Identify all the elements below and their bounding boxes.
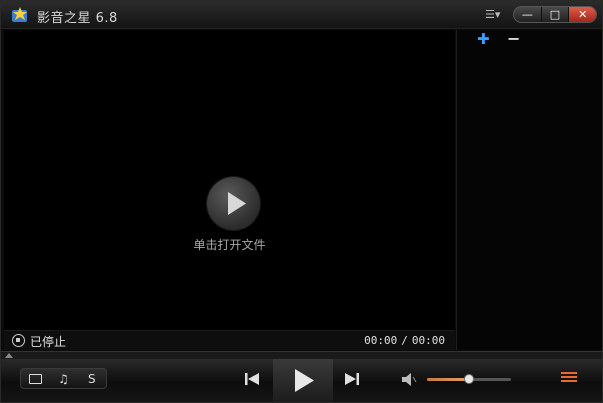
total-time: 00:00 [411, 334, 445, 347]
status-text: 已停止 [30, 335, 67, 349]
music-mode-button[interactable]: ♫ [49, 369, 77, 388]
stop-status-icon [12, 334, 25, 347]
big-play-button[interactable] [207, 177, 260, 230]
playlist-toggle-icon[interactable] [561, 372, 577, 386]
menu-list-icon[interactable]: ☰▾ [485, 8, 507, 22]
video-area[interactable]: 单击打开文件 [4, 30, 455, 330]
control-bar: ♫ S [1, 359, 602, 402]
screen-mode-button[interactable] [21, 369, 49, 388]
next-icon[interactable] [343, 371, 361, 387]
playlist-panel[interactable]: ✚ − [456, 29, 602, 350]
time-display: 00:00/00:00 [362, 334, 447, 347]
seek-handle[interactable] [5, 353, 13, 358]
window-title: 影音之星 6.8 [37, 11, 118, 26]
window-controls: — □ ✕ [513, 6, 597, 23]
minus-icon[interactable]: − [507, 29, 520, 48]
current-time: 00:00 [364, 334, 398, 347]
time-separator: / [401, 334, 408, 347]
close-icon[interactable]: ✕ [569, 7, 596, 22]
volume-thumb[interactable] [464, 374, 474, 384]
previous-icon[interactable] [243, 371, 261, 387]
mode-buttons: ♫ S [20, 368, 107, 389]
music-note-icon: ♫ [58, 371, 69, 386]
screen-icon [28, 373, 42, 384]
plus-icon[interactable]: ✚ [477, 30, 490, 48]
player-window: 影音之星 6.8 ☰▾ — □ ✕ 单击打开文件 ✚ − 已停止 00:00/0… [0, 0, 603, 403]
open-file-hint[interactable]: 单击打开文件 [4, 236, 455, 253]
app-star-logo [12, 7, 27, 22]
play-icon [228, 192, 246, 215]
minimize-icon[interactable]: — [514, 7, 542, 22]
play-icon [295, 369, 314, 392]
volume-slider[interactable] [427, 374, 511, 384]
s-mode-button[interactable]: S [78, 369, 106, 388]
volume-fill [427, 378, 469, 381]
status-bar: 已停止 00:00/00:00 [4, 330, 455, 350]
title-bar[interactable]: 影音之星 6.8 ☰▾ — □ ✕ [1, 1, 602, 29]
play-button[interactable] [273, 359, 333, 402]
seek-bar[interactable] [1, 351, 602, 359]
volume-icon[interactable] [401, 372, 417, 387]
maximize-icon[interactable]: □ [542, 7, 570, 22]
